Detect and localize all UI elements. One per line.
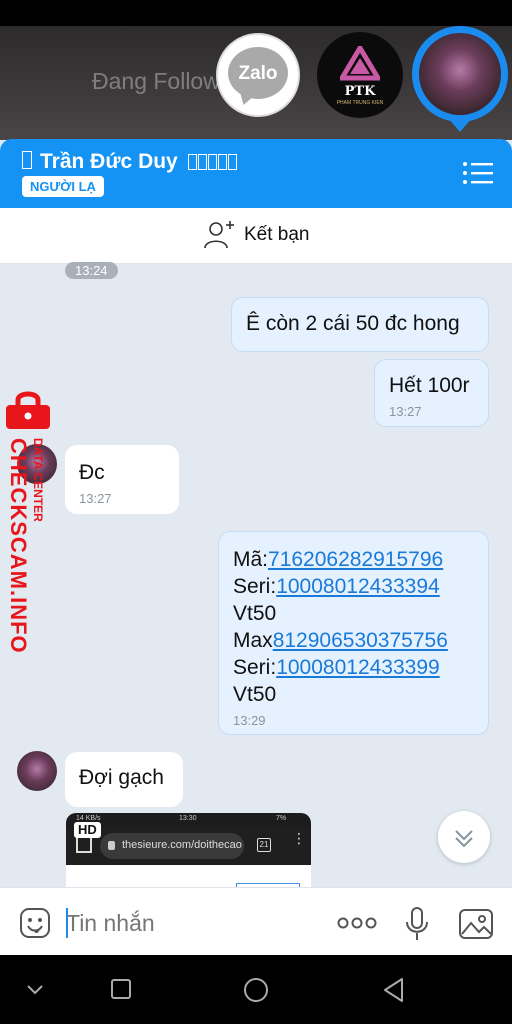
watermark-text: CHECKSCAM.INFO [6,438,31,654]
add-friend-bar[interactable]: Kết bạn [0,208,512,264]
avatar[interactable] [17,751,57,791]
home-icon [76,837,92,853]
status-bar [0,0,512,26]
preview-status-bar: 14 KB/s 13:30 7% [66,813,311,827]
serial-link[interactable]: 10008012433394 [276,575,440,598]
lock-icon [108,841,115,850]
more-vert-icon: ⋮ [292,831,306,845]
message-time: 13:27 [389,404,422,419]
text-caret [66,908,68,938]
active-pointer-icon [448,118,472,132]
message-line: Vt50 [233,683,277,706]
message-input[interactable] [66,906,316,940]
message-incoming[interactable]: Đc 13:27 [65,445,179,514]
code-link[interactable]: 812906530375756 [273,629,448,652]
chat-header: Trần Đức Duy NGƯỜI LẠ [0,139,512,208]
contact-name[interactable]: Trần Đức Duy [40,150,238,174]
message-time: 13:27 [79,491,112,506]
add-friend-icon [204,221,234,249]
add-friend-label: Kết bạn [244,224,310,245]
background-text: Đang Follow [92,68,220,94]
chat-head-active[interactable] [412,26,508,122]
message-outgoing[interactable]: Ê còn 2 cái 50 đc hong [231,297,489,352]
more-icon[interactable] [337,915,377,931]
message-input-bar [0,887,512,955]
scroll-down-button[interactable] [438,811,490,863]
placeholder-glyph-icon [22,151,32,169]
ptk-sublabel: PHAM TRUNG KIEN [336,100,384,106]
stranger-badge: NGƯỜI LẠ [22,176,104,197]
message-text: Đc [79,461,105,484]
recents-icon[interactable] [109,977,133,1001]
image-icon[interactable] [458,908,494,940]
time-separator: 13:24 [65,262,118,279]
back-icon[interactable] [382,977,406,1003]
message-line: Vt50 [233,602,277,625]
ptk-logo-icon [340,46,380,81]
mic-icon[interactable] [404,906,430,942]
code-link[interactable]: 716206282915796 [268,548,443,571]
message-incoming[interactable]: Đợi gạch [65,752,183,807]
preview-url: thesieure.com/doithecao [100,833,244,859]
emoji-icon[interactable] [19,907,51,939]
message-text: Ê còn 2 cái 50 đc hong [246,312,460,335]
message-line: Max812906530375756 [233,629,448,652]
message-line: Seri:10008012433399 [233,656,440,679]
watermark-subtext: DATA CENTER [31,438,45,522]
message-text: Hết 100r [389,374,470,397]
message-line: Mã:716206282915796 [233,548,444,571]
hd-badge: HD [74,822,101,838]
nav-collapse-icon[interactable] [26,977,44,1001]
message-time: 13:29 [233,713,266,728]
zalo-label: Zalo [238,63,278,84]
menu-icon[interactable] [463,161,493,185]
avatar [419,33,501,115]
emoji-glyphs-icon [187,150,238,174]
home-icon[interactable] [242,977,270,1005]
image-message[interactable]: 14 KB/s 13:30 7% thesieure.com/doithecao… [66,813,311,889]
chat-head-ptk[interactable]: PTK PHAM TRUNG KIEN [317,32,403,118]
ptk-label: PTK [344,84,376,99]
chat-head-zalo[interactable]: Zalo [216,33,300,117]
lock-icon [2,390,54,430]
chevron-down-icon [455,830,473,848]
message-line: Seri:10008012433394 [233,575,440,598]
tabs-icon: 21 [257,838,271,852]
message-outgoing[interactable]: Mã:716206282915796 Seri:10008012433394 V… [218,531,489,735]
serial-link[interactable]: 10008012433399 [276,656,440,679]
system-nav-bar [0,955,512,1024]
message-text: Đợi gạch [79,766,164,789]
message-outgoing[interactable]: Hết 100r 13:27 [374,359,489,427]
